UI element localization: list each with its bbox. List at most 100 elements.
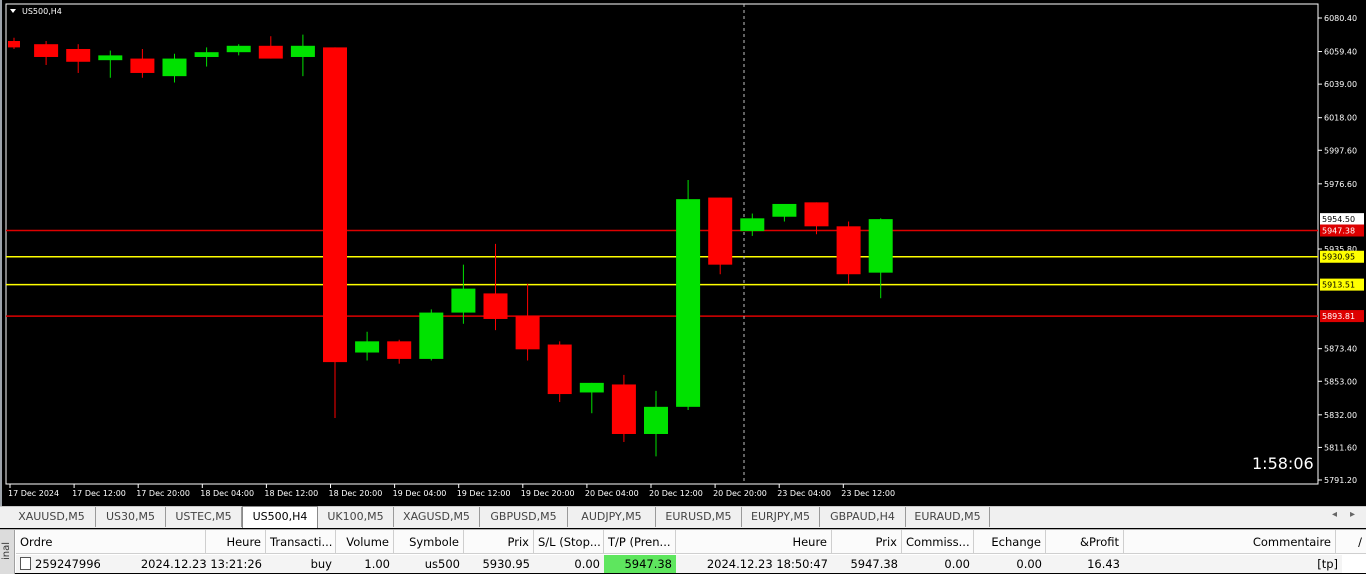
bear-candle[interactable] (258, 45, 283, 59)
col-header-open-time[interactable]: Heure (206, 530, 266, 554)
commission-cell: 0.00 (902, 555, 974, 573)
chart-tab-bar: ◂ ▸ XAUUSD,M5 US30,M5 USTEC,M5 US500,H4 UK10… (0, 506, 1366, 528)
price-tick-label: 6059.40 (1324, 48, 1357, 57)
bear-candle[interactable] (547, 344, 572, 395)
bull-candle[interactable] (579, 382, 604, 393)
tab-eurusd-m5[interactable]: EURUSD,M5 (656, 507, 742, 527)
bull-candle[interactable] (162, 58, 187, 77)
tab-uk100-m5[interactable]: UK100,M5 (318, 507, 394, 527)
tab-us30-m5[interactable]: US30,M5 (96, 507, 166, 527)
price-level-tag-label: 5893.81 (1322, 312, 1355, 321)
col-header-volume[interactable]: Volume (336, 530, 394, 554)
tabs-scroll-right-icon[interactable]: ▸ (1350, 509, 1355, 520)
open-price-cell: 5930.95 (464, 555, 534, 573)
bear-candle[interactable] (611, 384, 636, 434)
bear-candle[interactable] (323, 47, 347, 363)
tab-gbpusd-m5[interactable]: GBPUSD,M5 (480, 507, 568, 527)
price-level-tag-label: 5913.51 (1322, 281, 1355, 290)
col-header-profit[interactable]: &Profit (1046, 530, 1124, 554)
bear-candle[interactable] (515, 315, 540, 350)
bull-candle[interactable] (194, 52, 219, 57)
price-tick-label: 5997.60 (1324, 146, 1357, 155)
col-header-stop-loss[interactable]: S/L (Stop... (534, 530, 604, 554)
swap-cell: 0.00 (974, 555, 1046, 573)
order-id: 259247996 (35, 557, 101, 571)
time-tick-label: 20 Dec 20:00 (713, 489, 767, 498)
price-tick-label: 5853.00 (1324, 377, 1357, 386)
bear-candle[interactable] (130, 58, 155, 73)
col-header-take-profit[interactable]: T/P (Pren... (604, 530, 676, 554)
candlestick-chart-svg[interactable]: US500,H4 6080.40 6059.40 6039.00 6018.00 5997… (2, 0, 1366, 506)
col-header-extra[interactable]: / (1336, 530, 1366, 554)
stop-loss-cell: 0.00 (534, 555, 604, 573)
price-chart[interactable]: US500,H4 6080.40 6059.40 6039.00 6018.00 5997… (0, 0, 1366, 506)
col-header-swap[interactable]: Echange (974, 530, 1046, 554)
time-tick-label: 23 Dec 12:00 (841, 489, 895, 498)
tabs-scroll-left-icon[interactable]: ◂ (1332, 509, 1337, 520)
dropdown-triangle-icon[interactable] (10, 9, 16, 13)
comment-cell: [tp] (1124, 555, 1342, 573)
tab-us500-h4[interactable]: US500,H4 (242, 506, 318, 528)
bull-candle[interactable] (772, 203, 797, 217)
col-header-comment[interactable]: Commentaire (1124, 530, 1336, 554)
time-tick-label: 23 Dec 04:00 (777, 489, 831, 498)
time-tick-label: 17 Dec 20:00 (136, 489, 190, 498)
bear-candle[interactable] (387, 341, 412, 359)
bull-candle[interactable] (419, 312, 444, 359)
close-price-cell: 5947.38 (832, 555, 902, 573)
price-tick-label: 6039.00 (1324, 80, 1357, 89)
terminal-panel: inal Ordre Heure Transacti... Volume Sym… (0, 529, 1366, 574)
time-tick-label: 19 Dec 04:00 (393, 489, 447, 498)
time-tick-label: 17 Dec 2024 (8, 489, 59, 498)
type-cell: buy (266, 555, 336, 573)
tab-audjpy-m5[interactable]: AUDJPY,M5 (568, 507, 656, 527)
terminal-side-label: inal (1, 541, 12, 560)
bull-candle[interactable] (868, 219, 893, 273)
tab-ustec-m5[interactable]: USTEC,M5 (166, 507, 242, 527)
bull-candle[interactable] (290, 45, 315, 57)
time-tick-label: 18 Dec 04:00 (200, 489, 254, 498)
open-time-cell: 2024.12.23 13:21:26 (100, 555, 266, 573)
col-header-type[interactable]: Transacti... (266, 530, 336, 554)
profit-cell: 16.43 (1046, 555, 1124, 573)
bull-candle[interactable] (644, 406, 668, 434)
terminal-side-tab[interactable]: inal (0, 530, 15, 574)
col-header-close-price[interactable]: Prix (832, 530, 902, 554)
price-level-tag-label: 5947.38 (1322, 227, 1355, 236)
price-tick-label: 6080.40 (1324, 14, 1357, 23)
tab-xauusd-m5[interactable]: XAUUSD,M5 (8, 507, 96, 527)
bull-candle[interactable] (355, 341, 380, 353)
price-tick-label: 5832.00 (1324, 411, 1357, 420)
bull-candle[interactable] (451, 288, 476, 313)
time-tick-label: 18 Dec 12:00 (264, 489, 318, 498)
time-tick-label: 19 Dec 12:00 (457, 489, 511, 498)
bull-candle[interactable] (676, 199, 701, 407)
col-header-commission[interactable]: Commiss... (902, 530, 974, 554)
symbol-cell: us500 (394, 555, 464, 573)
bull-candle[interactable] (98, 55, 123, 61)
bear-candle[interactable] (804, 202, 829, 227)
bear-candle[interactable] (66, 48, 91, 62)
bear-candle[interactable] (483, 293, 508, 319)
price-tick-label: 5811.60 (1324, 443, 1357, 452)
bear-candle[interactable] (8, 41, 20, 48)
bull-candle[interactable] (226, 45, 251, 53)
time-tick-label: 20 Dec 04:00 (585, 489, 639, 498)
volume-cell: 1.00 (336, 555, 394, 573)
col-header-close-time[interactable]: Heure (676, 530, 832, 554)
price-tick-label: 5791.20 (1324, 476, 1357, 485)
price-level-tag-label: 5954.50 (1322, 215, 1355, 224)
tab-eurjpy-m5[interactable]: EURJPY,M5 (742, 507, 820, 527)
price-tick-label: 5976.60 (1324, 180, 1357, 189)
col-header-symbol[interactable]: Symbole (394, 530, 464, 554)
bear-candle[interactable] (836, 226, 861, 275)
col-header-open-price[interactable]: Prix (464, 530, 534, 554)
bear-candle[interactable] (708, 197, 733, 265)
tab-gbpaud-h4[interactable]: GBPAUD,H4 (820, 507, 906, 527)
time-tick-label: 17 Dec 12:00 (72, 489, 126, 498)
col-header-order[interactable]: Ordre (16, 530, 206, 554)
bull-candle[interactable] (740, 218, 765, 232)
bear-candle[interactable] (34, 44, 59, 57)
tab-euraud-m5[interactable]: EURAUD,M5 (906, 507, 990, 527)
tab-xagusd-m5[interactable]: XAGUSD,M5 (394, 507, 480, 527)
